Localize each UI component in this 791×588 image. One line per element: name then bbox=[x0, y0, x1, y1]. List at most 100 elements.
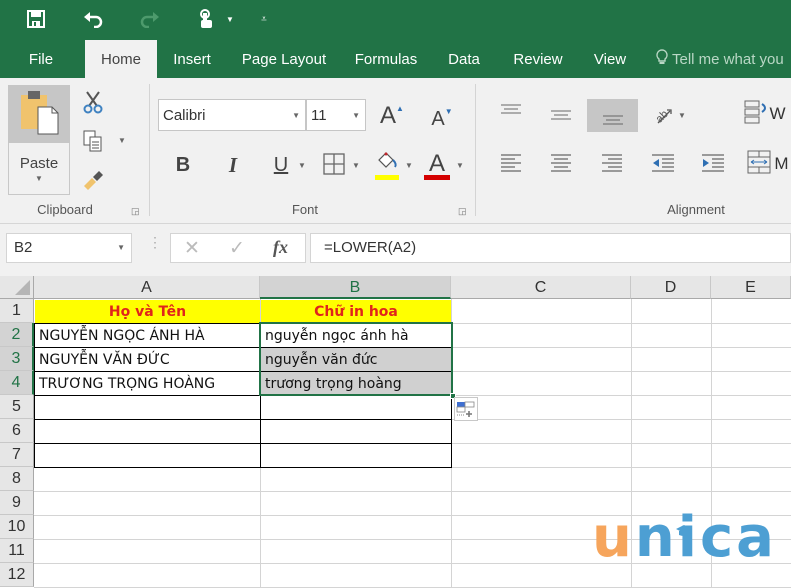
underline-button[interactable]: U bbox=[268, 152, 294, 178]
fill-color-button[interactable] bbox=[372, 150, 402, 180]
insert-function-icon[interactable]: fx bbox=[273, 237, 288, 258]
borders-dropdown-icon[interactable]: ▼ bbox=[351, 160, 361, 170]
paste-dropdown[interactable]: Paste ▼ bbox=[8, 143, 70, 195]
tab-data[interactable]: Data bbox=[442, 40, 486, 78]
column-header-d[interactable]: D bbox=[631, 276, 711, 299]
wrap-text-icon bbox=[744, 100, 768, 129]
formula-input[interactable]: =LOWER(A2) bbox=[310, 233, 791, 263]
bottom-align-icon bbox=[602, 112, 624, 130]
quick-analysis-button[interactable] bbox=[454, 397, 478, 421]
paste-label: Paste bbox=[19, 154, 59, 172]
align-center-icon[interactable] bbox=[546, 152, 576, 176]
font-name-select[interactable]: Calibri ▼ bbox=[158, 99, 306, 131]
paste-button[interactable] bbox=[8, 85, 70, 143]
chevron-down-icon: ▼ bbox=[292, 111, 300, 120]
cell-a3[interactable]: NGUYỄN VĂN ĐỨC bbox=[35, 348, 260, 372]
row-header-10[interactable]: 10 bbox=[0, 515, 34, 539]
watermark-u: u bbox=[592, 505, 635, 570]
title-bar: ▼ ⩡ bbox=[0, 0, 791, 40]
orientation-dropdown-icon[interactable]: ▼ bbox=[677, 110, 687, 120]
column-header-b[interactable]: B bbox=[260, 276, 451, 299]
row-header-9[interactable]: 9 bbox=[0, 491, 34, 515]
formula-actions: ✕ ✓ fx bbox=[170, 233, 306, 263]
ribbon: Paste ▼ ▼ Clipboard ◲ Calibri ▼ 11 ▼ A ▲ … bbox=[0, 78, 791, 224]
format-painter-icon[interactable] bbox=[80, 166, 106, 192]
enter-icon[interactable]: ✓ bbox=[229, 237, 245, 260]
tab-file[interactable]: File bbox=[18, 40, 64, 78]
row-header-1[interactable]: 1 bbox=[0, 299, 34, 323]
save-icon[interactable] bbox=[24, 8, 48, 30]
row-header-6[interactable]: 6 bbox=[0, 419, 34, 443]
tab-page-layout[interactable]: Page Layout bbox=[236, 40, 332, 78]
customize-qat-icon[interactable]: ⩡ bbox=[252, 8, 276, 30]
font-size-select[interactable]: 11 ▼ bbox=[306, 99, 366, 131]
bold-button[interactable]: B bbox=[170, 152, 196, 178]
copy-dropdown-icon[interactable]: ▼ bbox=[116, 134, 128, 146]
align-left-icon[interactable] bbox=[496, 152, 526, 176]
cell-a1[interactable]: Họ và Tên bbox=[35, 300, 260, 323]
svg-text:ab: ab bbox=[654, 108, 671, 125]
merge-center-label: M bbox=[774, 154, 789, 173]
touch-mode-icon[interactable] bbox=[194, 8, 218, 30]
merge-center-button[interactable]: M bbox=[747, 150, 789, 178]
middle-align-icon[interactable] bbox=[546, 104, 576, 126]
top-align-icon[interactable] bbox=[496, 98, 526, 120]
row-header-7[interactable]: 7 bbox=[0, 443, 34, 467]
tab-insert[interactable]: Insert bbox=[166, 40, 218, 78]
selection-range bbox=[259, 322, 453, 396]
font-launcher-icon[interactable]: ◲ bbox=[458, 206, 467, 217]
row-header-4[interactable]: 4 bbox=[0, 371, 34, 395]
tell-me-search[interactable]: Tell me what you bbox=[656, 40, 791, 78]
align-right-icon[interactable] bbox=[597, 152, 627, 176]
column-header-e[interactable]: E bbox=[711, 276, 791, 299]
fill-color-dropdown-icon[interactable]: ▼ bbox=[404, 160, 414, 170]
orientation-icon[interactable]: ab bbox=[650, 102, 676, 126]
column-header-a[interactable]: A bbox=[34, 276, 260, 299]
tab-view[interactable]: View bbox=[587, 40, 633, 78]
row-header-3[interactable]: 3 bbox=[0, 347, 34, 371]
increase-indent-icon[interactable] bbox=[698, 152, 728, 176]
undo-icon[interactable] bbox=[81, 8, 105, 30]
column-header-c[interactable]: C bbox=[451, 276, 631, 299]
wrap-text-button[interactable]: W bbox=[744, 100, 786, 128]
borders-icon[interactable] bbox=[322, 152, 346, 176]
cell-a2[interactable]: NGUYỄN NGỌC ÁNH HÀ bbox=[35, 324, 260, 348]
underline-dropdown-icon[interactable]: ▼ bbox=[297, 160, 307, 170]
clipboard-launcher-icon[interactable]: ◲ bbox=[131, 206, 140, 217]
gridline bbox=[34, 491, 791, 492]
cut-icon[interactable] bbox=[80, 90, 106, 114]
redo-icon bbox=[138, 8, 162, 30]
increase-font-size-button[interactable]: A ▲ bbox=[378, 102, 406, 130]
decrease-indent-icon[interactable] bbox=[648, 152, 678, 176]
tab-review[interactable]: Review bbox=[507, 40, 569, 78]
chevron-down-icon[interactable]: ▼ bbox=[117, 243, 125, 252]
italic-button[interactable]: I bbox=[220, 152, 246, 178]
row-header-11[interactable]: 11 bbox=[0, 539, 34, 563]
cancel-icon[interactable]: ✕ bbox=[184, 237, 200, 260]
font-color-button[interactable]: A bbox=[422, 150, 452, 182]
font-color-swatch bbox=[424, 174, 450, 180]
formula-bar-resize-handle[interactable]: ⋮ bbox=[148, 235, 162, 257]
tab-home[interactable]: Home bbox=[85, 40, 157, 78]
triangle-down-icon: ▼ bbox=[444, 106, 453, 116]
cell-a4[interactable]: TRƯƠNG TRỌNG HOÀNG bbox=[35, 372, 260, 396]
tab-formulas[interactable]: Formulas bbox=[350, 40, 422, 78]
cell-b1[interactable]: Chữ in hoa bbox=[261, 300, 451, 323]
row-header-5[interactable]: 5 bbox=[0, 395, 34, 419]
triangle-up-icon: ▲ bbox=[396, 103, 404, 113]
tell-me-text: Tell me what you bbox=[672, 51, 784, 68]
decrease-font-size-button[interactable]: A ▼ bbox=[428, 106, 456, 132]
font-color-dropdown-icon[interactable]: ▼ bbox=[455, 160, 465, 170]
touch-mode-dropdown-icon[interactable]: ▼ bbox=[218, 8, 242, 30]
clipboard-group-label: Clipboard bbox=[37, 202, 93, 217]
worksheet-grid[interactable]: A B C D E 1 2 3 4 5 6 7 8 9 10 11 12 Họ … bbox=[0, 276, 791, 588]
row-header-2[interactable]: 2 bbox=[0, 323, 34, 347]
copy-icon[interactable] bbox=[80, 128, 106, 154]
row-header-8[interactable]: 8 bbox=[0, 467, 34, 491]
wrap-text-label: W bbox=[769, 104, 786, 123]
row-header-12[interactable]: 12 bbox=[0, 563, 34, 587]
name-box[interactable]: B2 ▼ bbox=[6, 233, 132, 263]
decrease-font-icon: A bbox=[431, 107, 445, 130]
bottom-align-button[interactable] bbox=[587, 99, 638, 132]
select-all-button[interactable] bbox=[0, 276, 34, 299]
